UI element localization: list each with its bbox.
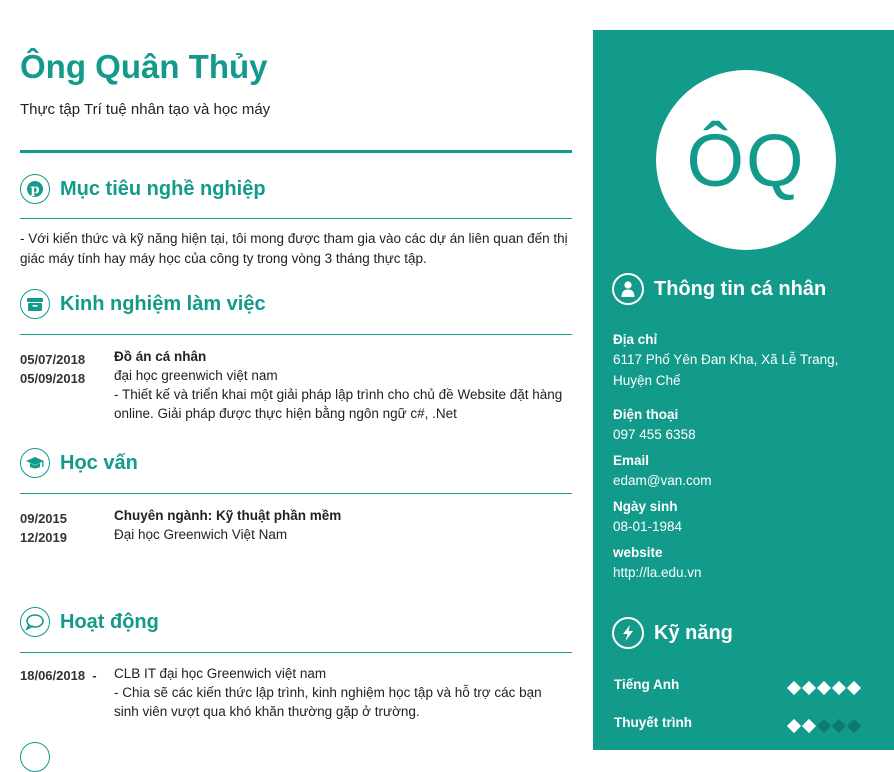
activities-title: Hoạt động (60, 610, 159, 633)
skill-rating (786, 718, 864, 734)
website-value: http://la.edu.vn (613, 565, 702, 580)
pinterest-icon: p (20, 174, 50, 204)
education-major: Chuyên ngành: Kỹ thuật phần mềm (114, 508, 342, 523)
skill-dot-filled (846, 680, 862, 696)
avatar-initials: ÔQ (686, 118, 806, 202)
activities-heading: Hoạt động (20, 605, 159, 639)
section-divider (20, 652, 572, 653)
skill-dot-filled (786, 680, 802, 696)
graduation-cap-icon (20, 448, 50, 478)
activity-desc: - Chia sẽ các kiến thức lập trình, kinh … (114, 685, 542, 719)
section-divider (20, 334, 572, 335)
education-title: Học vấn (60, 451, 138, 474)
section-divider (20, 493, 572, 494)
education-school: Đại học Greenwich Việt Nam (114, 527, 288, 542)
skill-rating (786, 680, 864, 696)
phone-value: 097 455 6358 (613, 427, 696, 442)
email-label: Email (613, 453, 650, 468)
user-icon (612, 273, 644, 305)
skill-name: Thuyết trình (614, 715, 692, 730)
dob-label: Ngày sinh (613, 499, 678, 514)
experience-title-text: Đồ án cá nhân (114, 349, 207, 364)
skill-dot-filled (801, 680, 817, 696)
skill-dot-filled (831, 680, 847, 696)
date-to: 05/09/2018 (20, 371, 86, 386)
experience-title: Kinh nghiệm làm việc (60, 292, 266, 315)
personal-info-title: Thông tin cá nhân (654, 277, 827, 300)
svg-text:p: p (30, 183, 39, 198)
avatar: ÔQ (656, 70, 836, 250)
experience-desc: - Thiết kế và triển khai một giải pháp l… (114, 387, 563, 421)
experience-org: đại học greenwich việt nam (114, 368, 278, 383)
header-divider (20, 150, 572, 153)
activity-date: 18/06/2018 - (20, 668, 97, 683)
skills-heading: Kỹ năng (612, 616, 733, 650)
skill-dot-empty (831, 718, 847, 734)
skill-dot-filled (786, 718, 802, 734)
education-heading: Học vấn (20, 446, 138, 480)
experience-heading: Kinh nghiệm làm việc (20, 287, 266, 321)
next-section-icon (20, 742, 50, 772)
skill-name: Tiếng Anh (614, 677, 680, 692)
date-from: 09/2015 (20, 511, 67, 526)
lightning-icon (612, 617, 644, 649)
website-label: website (613, 545, 663, 560)
skill-dot-empty (846, 718, 862, 734)
section-divider (20, 218, 572, 219)
objective-title: Mục tiêu nghề nghiệp (60, 177, 266, 200)
activity-org: CLB IT đại học Greenwich việt nam (114, 666, 327, 681)
email-value: edam@van.com (613, 473, 712, 488)
skill-dot-empty (816, 718, 832, 734)
speech-bubble-icon (20, 607, 50, 637)
date-to: 12/2019 (20, 530, 67, 545)
address-label: Địa chỉ (613, 332, 658, 347)
candidate-name: Ông Quân Thủy (20, 48, 268, 85)
skill-dot-filled (816, 680, 832, 696)
address-value: 6117 Phố Yên Đan Kha, Xã Lễ Trang, Huyện… (613, 352, 839, 388)
skills-title: Kỹ năng (654, 621, 733, 644)
personal-info-heading: Thông tin cá nhân (612, 272, 826, 306)
skill-dot-filled (801, 718, 817, 734)
phone-label: Điện thoại (613, 407, 679, 422)
objective-heading: p Mục tiêu nghề nghiệp (20, 172, 266, 206)
job-title: Thực tập Trí tuệ nhân tạo và học máy (20, 101, 271, 118)
archive-icon (20, 289, 50, 319)
objective-text: - Với kiến thức và kỹ năng hiện tại, tôi… (20, 231, 568, 266)
dob-value: 08-01-1984 (613, 519, 683, 534)
date-from: 05/07/2018 (20, 352, 86, 367)
